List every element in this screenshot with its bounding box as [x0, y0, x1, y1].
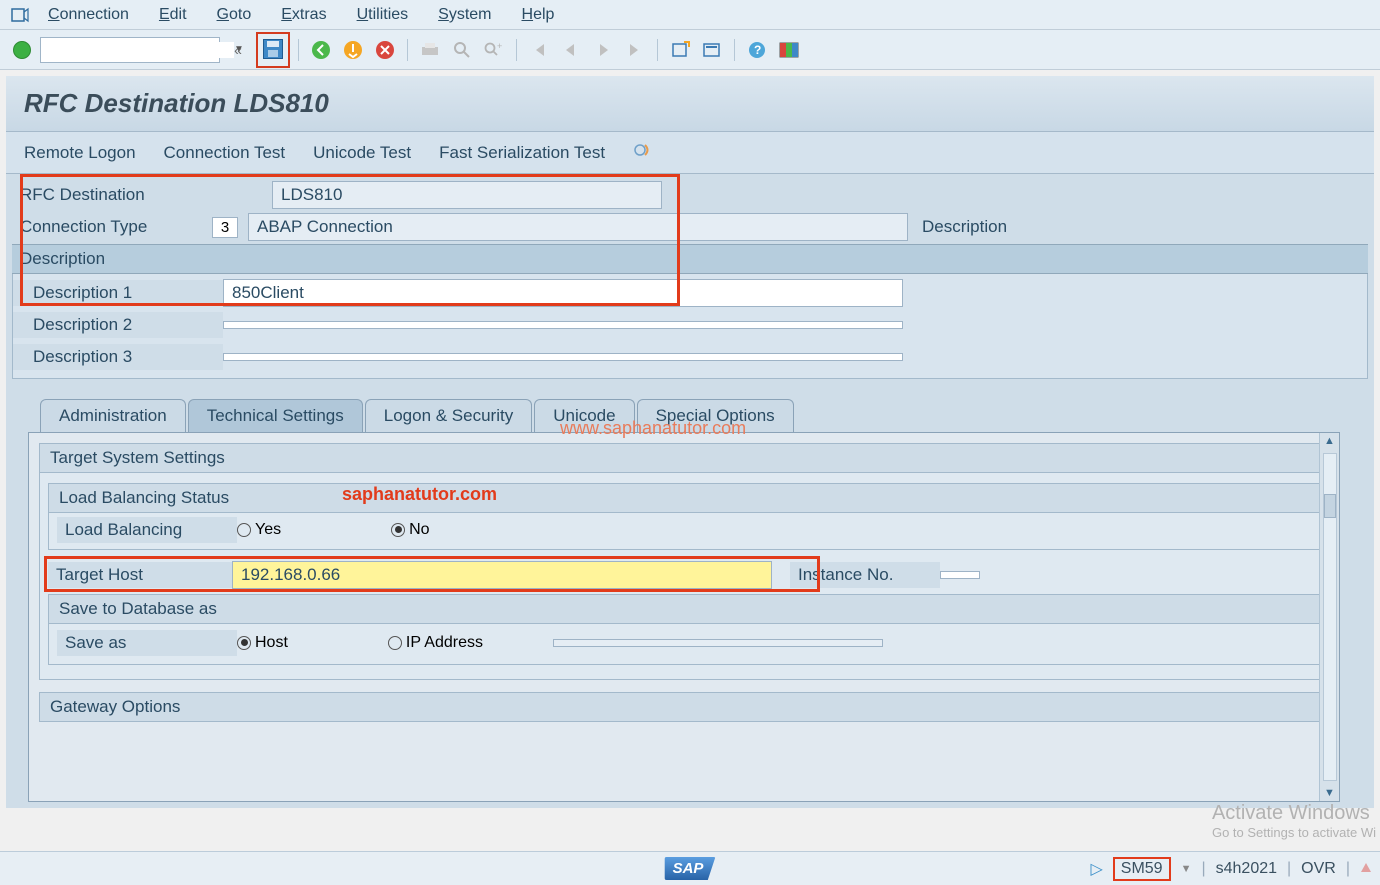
- menu-extras[interactable]: Extras: [267, 2, 340, 28]
- status-bar: SAP ▷ SM59 ▼ | s4h2021 | OVR |: [0, 851, 1380, 885]
- lb-no-radio[interactable]: No: [391, 521, 429, 539]
- enter-button[interactable]: [8, 36, 36, 64]
- create-shortcut-button[interactable]: [698, 36, 726, 64]
- target-host-field[interactable]: 192.168.0.66: [232, 561, 772, 589]
- back-button[interactable]: [307, 36, 335, 64]
- menu-edit[interactable]: Edit: [145, 2, 201, 28]
- status-mode: OVR: [1301, 860, 1336, 878]
- exit-button[interactable]: [339, 36, 367, 64]
- menu-goto[interactable]: Goto: [203, 2, 266, 28]
- save-button[interactable]: [259, 35, 287, 63]
- new-session-button[interactable]: [666, 36, 694, 64]
- activate-line2: Go to Settings to activate Wi: [1212, 825, 1376, 840]
- command-field[interactable]: [41, 42, 234, 58]
- save-ip-display: [553, 639, 883, 647]
- lb-yes-radio[interactable]: Yes: [237, 521, 281, 539]
- sap-logo: SAP: [665, 857, 716, 880]
- title-bar: RFC Destination LDS810: [6, 76, 1374, 132]
- status-play-icon[interactable]: ▷: [1090, 859, 1102, 879]
- page-title: RFC Destination LDS810: [24, 88, 1356, 119]
- gateway-options-header: Gateway Options: [39, 692, 1329, 722]
- scroll-thumb[interactable]: [1324, 494, 1336, 518]
- content-area: RFC Destination LDS810 Connection Type 3…: [6, 174, 1374, 808]
- target-host-label: Target Host: [48, 562, 232, 588]
- menu-connection[interactable]: Connection: [34, 2, 143, 28]
- command-field-wrap: ▼: [40, 37, 220, 63]
- action-fast-serialization-test[interactable]: Fast Serialization Test: [439, 143, 605, 163]
- action-connection-test[interactable]: Connection Test: [164, 143, 286, 163]
- save-as-label: Save as: [57, 630, 237, 656]
- menu-help[interactable]: Help: [508, 2, 569, 28]
- connection-type-field[interactable]: ABAP Connection: [248, 213, 908, 241]
- desc2-field[interactable]: [223, 321, 903, 329]
- last-page-button[interactable]: [621, 36, 649, 64]
- desc1-field[interactable]: 850Client: [223, 279, 903, 307]
- toolbar: ▼ « + ?: [0, 30, 1380, 70]
- first-page-button[interactable]: [525, 36, 553, 64]
- save-ip-radio[interactable]: IP Address: [388, 634, 483, 652]
- status-tcode: SM59: [1113, 857, 1171, 881]
- load-balancing-label: Load Balancing: [57, 517, 237, 543]
- desc3-field[interactable]: [223, 353, 903, 361]
- activate-windows-watermark: Activate Windows Go to Settings to activ…: [1212, 802, 1376, 840]
- description-header: Description: [12, 244, 1368, 274]
- menu-bar: Connection Edit Goto Extras Utilities Sy…: [0, 0, 1380, 30]
- load-balancing-header: Load Balancing Status: [49, 484, 1319, 513]
- svg-text:?: ?: [754, 43, 761, 57]
- next-page-button[interactable]: [589, 36, 617, 64]
- lb-no-label: No: [409, 521, 429, 538]
- status-signal-icon[interactable]: [1360, 859, 1376, 878]
- print-button[interactable]: [416, 36, 444, 64]
- tech-settings-panel: ▲ ▼ Target System Settings Load Balancin…: [28, 432, 1340, 802]
- menu-utilities[interactable]: Utilities: [343, 2, 423, 28]
- status-system: s4h2021: [1216, 860, 1277, 878]
- prev-page-button[interactable]: [557, 36, 585, 64]
- target-system-header: Target System Settings: [39, 443, 1329, 473]
- activate-line1: Activate Windows: [1212, 802, 1376, 825]
- menu-system[interactable]: System: [424, 2, 505, 28]
- svg-text:+: +: [497, 41, 502, 51]
- watermark-brand: saphanatutor.com: [342, 484, 497, 505]
- scroll-down-icon[interactable]: ▼: [1320, 785, 1339, 801]
- tab-technical-settings[interactable]: Technical Settings: [188, 399, 363, 432]
- instance-no-label: Instance No.: [790, 562, 940, 588]
- layout-button[interactable]: [775, 36, 803, 64]
- help-button[interactable]: ?: [743, 36, 771, 64]
- rfc-destination-label: RFC Destination: [12, 182, 212, 208]
- instance-no-field[interactable]: [940, 571, 980, 579]
- action-bar: Remote Logon Connection Test Unicode Tes…: [6, 132, 1374, 174]
- save-host-radio[interactable]: Host: [237, 634, 288, 652]
- watermark-url: www.saphanatutor.com: [560, 418, 746, 439]
- find-button[interactable]: [448, 36, 476, 64]
- collapse-icon[interactable]: «: [224, 36, 252, 64]
- save-host-label: Host: [255, 634, 288, 651]
- action-unicode-test[interactable]: Unicode Test: [313, 143, 411, 163]
- desc2-label: Description 2: [13, 312, 223, 338]
- save-highlight: [256, 32, 290, 68]
- save-ip-label: IP Address: [406, 634, 483, 651]
- find-next-button[interactable]: +: [480, 36, 508, 64]
- cancel-button[interactable]: [371, 36, 399, 64]
- vertical-scrollbar[interactable]: ▲ ▼: [1319, 433, 1339, 801]
- action-remote-logon[interactable]: Remote Logon: [24, 143, 136, 163]
- connection-type-code[interactable]: 3: [212, 217, 238, 238]
- rfc-destination-field[interactable]: LDS810: [272, 181, 662, 209]
- status-dropdown-icon[interactable]: ▼: [1181, 863, 1192, 875]
- connection-type-label: Connection Type: [12, 214, 212, 240]
- lb-yes-label: Yes: [255, 521, 281, 538]
- tab-logon-security[interactable]: Logon & Security: [365, 399, 532, 432]
- desc1-label: Description 1: [13, 280, 223, 306]
- action-extra-icon[interactable]: [633, 140, 655, 165]
- connection-desc-label: Description: [914, 214, 1015, 240]
- scroll-up-icon[interactable]: ▲: [1320, 433, 1339, 449]
- desc3-label: Description 3: [13, 344, 223, 370]
- tab-administration[interactable]: Administration: [40, 399, 186, 432]
- save-db-header: Save to Database as: [49, 595, 1319, 624]
- window-icon[interactable]: [8, 3, 32, 27]
